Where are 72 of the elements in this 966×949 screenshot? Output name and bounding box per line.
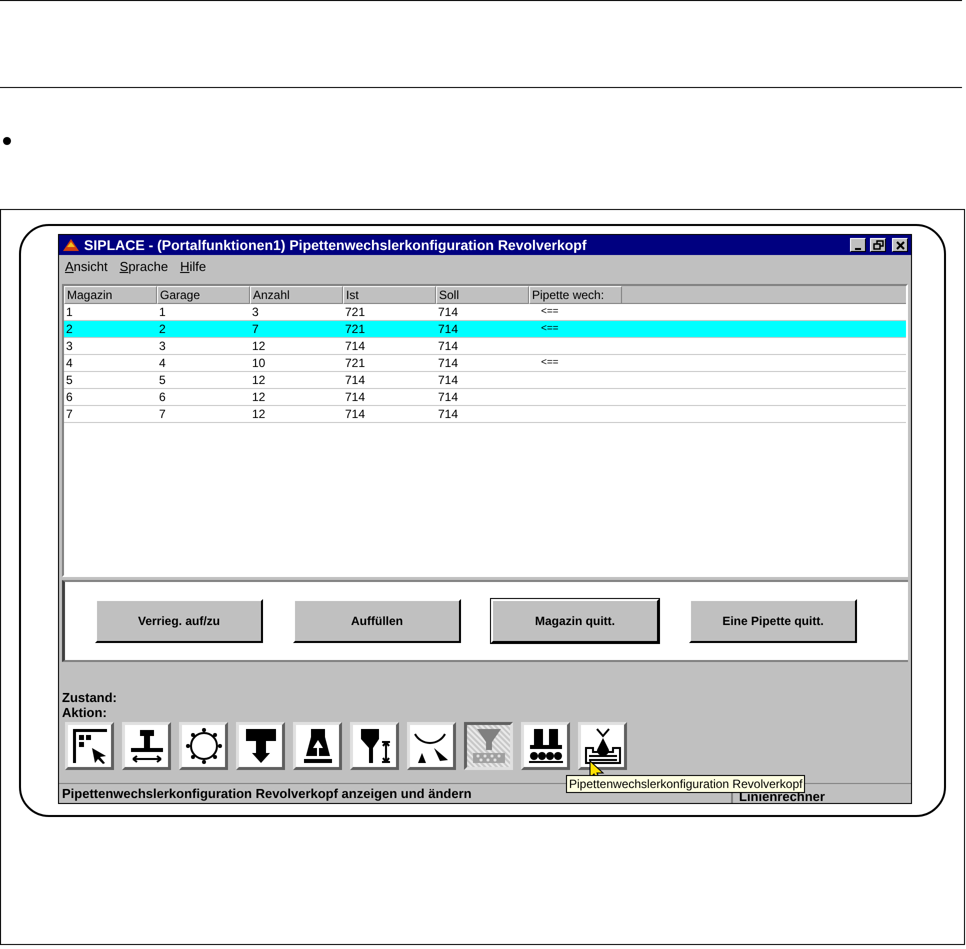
status-label: Aktion: [61, 705, 108, 720]
table-cell-text: 714 [437, 406, 460, 422]
table-row[interactable]: 4 4 10 721 714 <== [64, 355, 906, 372]
action-button[interactable]: Eine Pipette quitt. [689, 599, 857, 643]
table-cell-text: <== [540, 305, 560, 319]
action-button[interactable]: Auffüllen [293, 599, 461, 643]
table-cell-text: 12 [251, 406, 266, 422]
restore-button[interactable] [870, 238, 886, 252]
table-cell-text: 10 [251, 355, 266, 371]
table-row[interactable]: 6 6 12 714 714 [64, 389, 906, 406]
table-cell-text: 7 [158, 406, 167, 422]
table-row[interactable]: 7 7 12 714 714 [64, 406, 906, 423]
bullet-icon [3, 137, 11, 145]
column-header[interactable]: Soll [436, 286, 529, 304]
column-header[interactable]: Magazin [64, 286, 157, 304]
table-cell-text: 714 [344, 372, 366, 388]
table-cell-text: 7 [65, 406, 74, 422]
menu-item[interactable]: Ansicht [65, 257, 108, 277]
table-cell-text: 714 [437, 389, 460, 405]
table-cell-text: <== [540, 356, 560, 370]
table-cell-text: 1 [158, 304, 167, 320]
action-button[interactable]: Verrieg. auf/zu [95, 599, 263, 643]
table-cell-text: 714 [437, 355, 460, 371]
table-cell-text: 2 [65, 321, 74, 337]
table-cell-text: 4 [65, 355, 74, 371]
table-cell-text: 2 [158, 321, 167, 337]
table-cell-text: 714 [437, 372, 460, 388]
table-cell-text: 3 [251, 304, 260, 320]
column-header[interactable]: Pipette wech: [529, 286, 622, 304]
ring-icon [184, 726, 224, 766]
table-row[interactable]: 3 3 12 714 714 [64, 338, 906, 355]
table-cell-text: 7 [251, 321, 260, 337]
column-header[interactable]: Anzahl [250, 286, 343, 304]
restore-icon [872, 240, 884, 250]
close-button[interactable] [892, 238, 908, 252]
table-cell-text: 714 [437, 321, 460, 337]
table-cell-text: 714 [437, 304, 460, 320]
table-cell-text: 3 [158, 338, 167, 354]
drop-tray-icon [582, 726, 622, 766]
menu-item[interactable]: Sprache [120, 257, 168, 277]
table-cell-text: 721 [344, 304, 366, 320]
table-cell-text: <== [540, 322, 560, 336]
action-button[interactable]: Magazin quitt. [491, 599, 659, 643]
close-icon [896, 241, 904, 250]
table-row[interactable]: 5 5 12 714 714 [64, 372, 906, 389]
table-cell-text: 3 [65, 338, 74, 354]
table-cell-text: 714 [437, 338, 460, 354]
table-cell-text: 5 [65, 372, 74, 388]
column-header[interactable]: Garage [157, 286, 250, 304]
menu-item[interactable]: Hilfe [180, 257, 206, 277]
minimize-icon [854, 248, 860, 250]
selected-row[interactable]: 2 2 7 721 714 <== [64, 321, 906, 338]
status-label: Zustand: [61, 690, 118, 705]
table-cell-text: 714 [344, 406, 366, 422]
table-cell-text: 12 [251, 389, 266, 405]
table-cell-text: 12 [251, 372, 266, 388]
table-cell-text: 6 [65, 389, 74, 405]
table-cell-text: 4 [158, 355, 167, 371]
window-title: SIPLACE - (Portalfunktionen1) Pipettenwechslerkonfiguration Revolverkopf [84, 236, 588, 255]
table-cell-text: 6 [158, 389, 167, 405]
table-cell-text: 12 [251, 338, 266, 354]
table-cell-text: 714 [344, 389, 366, 405]
app-logo-icon [62, 237, 80, 253]
table-cell-text: 5 [158, 372, 167, 388]
tooltip: Pipettenwechslerkonfiguration Revolverkopf [566, 775, 806, 793]
minimize-button[interactable] [850, 238, 866, 252]
table-cell-text: 1 [65, 304, 74, 320]
status-message: Pipettenwechslerkonfiguration Revolverkopf anzeigen und ändern [61, 785, 472, 803]
column-header[interactable]: Ist [343, 286, 436, 304]
table-cell-text: 714 [344, 338, 366, 354]
table-cell-text: 721 [344, 355, 366, 371]
table-cell-text: 721 [344, 321, 366, 337]
